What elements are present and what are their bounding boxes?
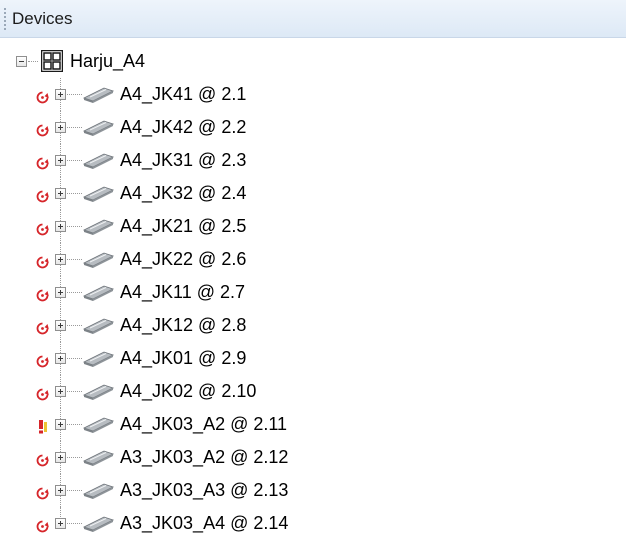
device-label: A4_JK02 @ 2.10 bbox=[120, 381, 257, 401]
device-label: A4_JK22 @ 2.6 bbox=[120, 249, 247, 269]
device-row[interactable]: A4_JK11 @ 2.7 bbox=[0, 276, 626, 309]
device-module-icon bbox=[82, 349, 115, 372]
device-row[interactable]: A3_JK03_A2 @ 2.12 bbox=[0, 441, 626, 474]
device-label: A4_JK42 @ 2.2 bbox=[120, 117, 247, 137]
sync-error-icon bbox=[36, 484, 49, 500]
device-module-icon bbox=[82, 448, 115, 471]
device-row[interactable]: A4_JK12 @ 2.8 bbox=[0, 309, 626, 342]
sync-error-icon bbox=[36, 517, 49, 533]
expand-toggle[interactable] bbox=[55, 89, 66, 100]
tree-root-label: Harju_A4 bbox=[70, 51, 146, 71]
device-label: A3_JK03_A2 @ 2.12 bbox=[120, 447, 289, 467]
sync-error-icon bbox=[36, 88, 49, 104]
device-row[interactable]: A4_JK31 @ 2.3 bbox=[0, 144, 626, 177]
expand-toggle[interactable] bbox=[55, 386, 66, 397]
device-label: A3_JK03_A4 @ 2.14 bbox=[120, 513, 289, 533]
device-module-icon bbox=[82, 481, 115, 504]
device-label: A4_JK12 @ 2.8 bbox=[120, 315, 247, 335]
sync-error-icon bbox=[36, 451, 49, 467]
expand-toggle[interactable] bbox=[55, 221, 66, 232]
panel-title: Devices bbox=[12, 9, 73, 28]
device-module-icon bbox=[82, 514, 115, 537]
expand-toggle[interactable] bbox=[55, 287, 66, 298]
sync-error-icon bbox=[36, 319, 49, 335]
device-module-icon bbox=[82, 316, 115, 339]
device-module-icon bbox=[82, 184, 115, 207]
expand-toggle[interactable] bbox=[55, 518, 66, 529]
device-module-icon bbox=[82, 283, 115, 306]
sync-error-icon bbox=[36, 187, 49, 203]
device-module-icon bbox=[82, 250, 115, 273]
device-row[interactable]: A4_JK01 @ 2.9 bbox=[0, 342, 626, 375]
device-module-icon bbox=[82, 217, 115, 240]
group-grid-icon bbox=[40, 49, 64, 77]
sync-error-icon bbox=[36, 286, 49, 302]
device-module-icon bbox=[82, 151, 115, 174]
expand-toggle[interactable] bbox=[55, 353, 66, 364]
device-row[interactable]: A4_JK22 @ 2.6 bbox=[0, 243, 626, 276]
device-row[interactable]: A4_JK42 @ 2.2 bbox=[0, 111, 626, 144]
device-row[interactable]: A3_JK03_A3 @ 2.13 bbox=[0, 474, 626, 507]
expand-toggle[interactable] bbox=[55, 254, 66, 265]
expand-toggle[interactable] bbox=[55, 188, 66, 199]
device-label: A4_JK41 @ 2.1 bbox=[120, 84, 247, 104]
device-row[interactable]: A4_JK21 @ 2.5 bbox=[0, 210, 626, 243]
device-row[interactable]: A4_JK32 @ 2.4 bbox=[0, 177, 626, 210]
device-row[interactable]: A4_JK03_A2 @ 2.11 bbox=[0, 408, 626, 441]
device-module-icon bbox=[82, 118, 115, 141]
device-label: A4_JK01 @ 2.9 bbox=[120, 348, 247, 368]
sync-error-icon bbox=[36, 352, 49, 368]
devices-panel: Devices Harju_A4 A4_JK41 @ 2.1 A4_JK42 @ … bbox=[0, 0, 626, 550]
sync-error-icon bbox=[36, 154, 49, 170]
tree-root-row[interactable]: Harju_A4 bbox=[0, 45, 626, 78]
expand-toggle[interactable] bbox=[55, 419, 66, 430]
device-module-icon bbox=[82, 415, 115, 438]
device-label: A4_JK11 @ 2.7 bbox=[120, 282, 246, 302]
device-label: A4_JK03_A2 @ 2.11 bbox=[120, 414, 288, 434]
device-row[interactable]: A4_JK02 @ 2.10 bbox=[0, 375, 626, 408]
collapse-toggle[interactable] bbox=[16, 56, 27, 67]
device-module-icon bbox=[82, 85, 115, 108]
device-row[interactable]: A3_JK03_A4 @ 2.14 bbox=[0, 507, 626, 540]
device-label: A4_JK21 @ 2.5 bbox=[120, 216, 247, 236]
expand-toggle[interactable] bbox=[55, 452, 66, 463]
expand-toggle[interactable] bbox=[55, 485, 66, 496]
device-list: A4_JK41 @ 2.1 A4_JK42 @ 2.2 A4_JK31 @ 2.3 A… bbox=[0, 78, 626, 540]
warning-icon bbox=[36, 418, 48, 434]
device-module-icon bbox=[82, 382, 115, 405]
sync-error-icon bbox=[36, 385, 49, 401]
device-tree: Harju_A4 A4_JK41 @ 2.1 A4_JK42 @ 2.2 A4_JK… bbox=[0, 45, 626, 540]
sync-error-icon bbox=[36, 253, 49, 269]
device-label: A4_JK31 @ 2.3 bbox=[120, 150, 247, 170]
sync-error-icon bbox=[36, 220, 49, 236]
expand-toggle[interactable] bbox=[55, 320, 66, 331]
panel-grip[interactable] bbox=[4, 8, 8, 30]
device-label: A4_JK32 @ 2.4 bbox=[120, 183, 247, 203]
panel-header: Devices bbox=[0, 0, 626, 38]
device-row[interactable]: A4_JK41 @ 2.1 bbox=[0, 78, 626, 111]
sync-error-icon bbox=[36, 121, 49, 137]
expand-toggle[interactable] bbox=[55, 122, 66, 133]
device-label: A3_JK03_A3 @ 2.13 bbox=[120, 480, 289, 500]
expand-toggle[interactable] bbox=[55, 155, 66, 166]
